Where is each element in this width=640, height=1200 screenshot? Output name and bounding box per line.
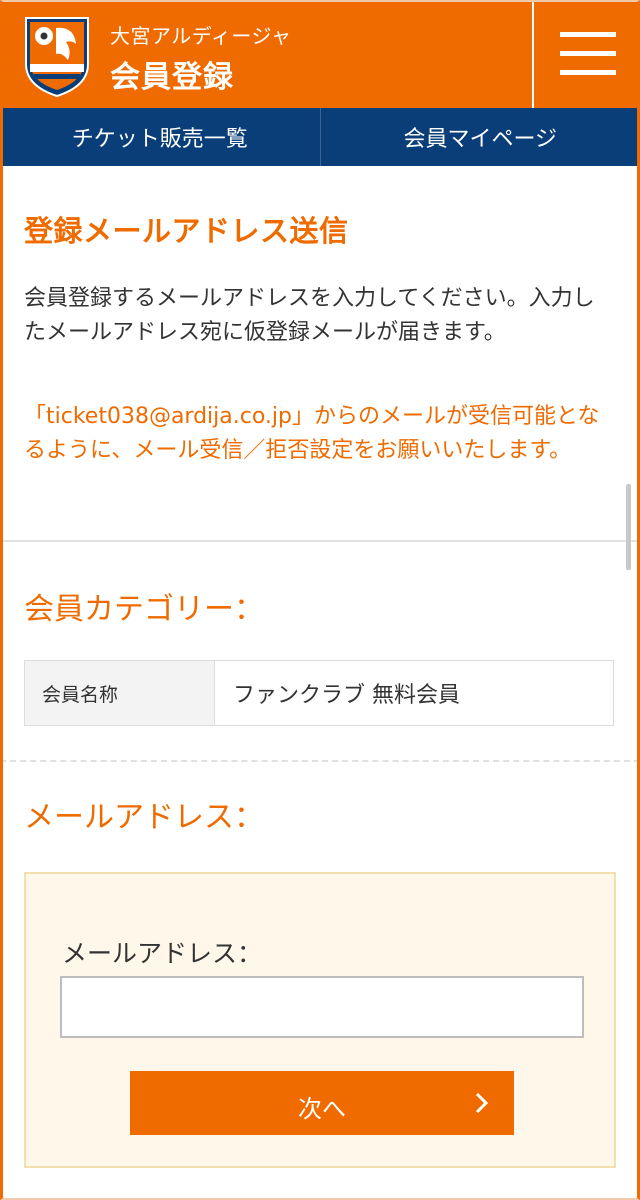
next-button-label: 次へ <box>298 1095 346 1123</box>
member-name-value: ファンクラブ 無料会員 <box>233 683 460 708</box>
email-section-title: メールアドレス： <box>24 800 264 835</box>
global-nav: チケット販売一覧 会員マイページ <box>0 108 640 166</box>
site-header: 大宮アルディージャ 会員登録 <box>0 0 640 108</box>
divider <box>0 540 640 542</box>
club-name: 大宮アルディージャ <box>110 24 292 48</box>
chevron-right-icon <box>475 1092 489 1114</box>
next-button[interactable]: 次へ <box>130 1071 514 1135</box>
page-title: 会員登録 <box>110 60 234 95</box>
section-heading: 登録メールアドレス送信 <box>24 214 349 248</box>
notice-text: 「ticket038@ardija.co.jp」からのメールが受信可能となるよう… <box>24 404 600 463</box>
divider-dashed <box>0 760 640 762</box>
member-category-table: 会員名称 ファンクラブ 無料会員 <box>24 660 614 726</box>
nav-member-mypage[interactable]: 会員マイページ <box>319 108 640 166</box>
email-field[interactable] <box>60 976 584 1038</box>
member-name-label: 会員名称 <box>25 661 215 725</box>
menu-button[interactable] <box>532 0 640 108</box>
description-text: 会員登録するメールアドレスを入力してください。入力したメールアドレス宛に仮登録メ… <box>24 286 595 345</box>
club-crest-icon[interactable] <box>22 14 92 98</box>
category-section-title: 会員カテゴリー： <box>24 592 264 627</box>
nav-ticket-list[interactable]: チケット販売一覧 <box>0 108 320 166</box>
scrollbar[interactable] <box>626 484 631 570</box>
email-field-label: メールアドレス： <box>62 939 263 968</box>
email-form: メールアドレス： 次へ <box>24 872 616 1168</box>
